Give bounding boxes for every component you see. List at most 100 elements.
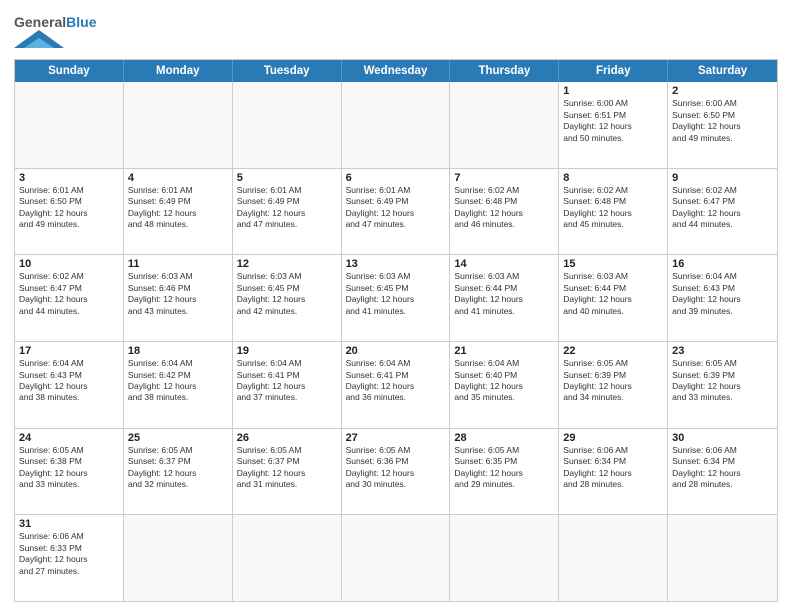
calendar-cell-4-3: 27Sunrise: 6:05 AM Sunset: 6:36 PM Dayli…: [342, 429, 451, 515]
calendar-row-2: 10Sunrise: 6:02 AM Sunset: 6:47 PM Dayli…: [15, 255, 777, 342]
header-thursday: Thursday: [450, 60, 559, 82]
cell-text: Sunrise: 6:05 AM Sunset: 6:39 PM Dayligh…: [563, 358, 663, 404]
calendar-row-4: 24Sunrise: 6:05 AM Sunset: 6:38 PM Dayli…: [15, 429, 777, 516]
cell-text: Sunrise: 6:06 AM Sunset: 6:34 PM Dayligh…: [672, 445, 773, 491]
header-tuesday: Tuesday: [233, 60, 342, 82]
day-number: 31: [19, 518, 119, 530]
logo-general: General: [14, 14, 66, 30]
calendar-cell-2-5: 15Sunrise: 6:03 AM Sunset: 6:44 PM Dayli…: [559, 255, 668, 341]
calendar-cell-1-1: 4Sunrise: 6:01 AM Sunset: 6:49 PM Daylig…: [124, 169, 233, 255]
day-number: 10: [19, 258, 119, 270]
cell-text: Sunrise: 6:04 AM Sunset: 6:43 PM Dayligh…: [19, 358, 119, 404]
calendar-cell-2-1: 11Sunrise: 6:03 AM Sunset: 6:46 PM Dayli…: [124, 255, 233, 341]
day-number: 19: [237, 345, 337, 357]
cell-text: Sunrise: 6:01 AM Sunset: 6:50 PM Dayligh…: [19, 185, 119, 231]
header-wednesday: Wednesday: [342, 60, 451, 82]
day-number: 13: [346, 258, 446, 270]
page: GeneralBlue SundayMondayTuesdayWednesday…: [0, 0, 792, 612]
calendar-row-0: 1Sunrise: 6:00 AM Sunset: 6:51 PM Daylig…: [15, 82, 777, 169]
day-number: 28: [454, 432, 554, 444]
cell-text: Sunrise: 6:01 AM Sunset: 6:49 PM Dayligh…: [237, 185, 337, 231]
cell-text: Sunrise: 6:05 AM Sunset: 6:37 PM Dayligh…: [128, 445, 228, 491]
day-number: 23: [672, 345, 773, 357]
calendar: SundayMondayTuesdayWednesdayThursdayFrid…: [14, 59, 778, 602]
day-number: 27: [346, 432, 446, 444]
calendar-cell-1-6: 9Sunrise: 6:02 AM Sunset: 6:47 PM Daylig…: [668, 169, 777, 255]
header-monday: Monday: [124, 60, 233, 82]
calendar-cell-1-4: 7Sunrise: 6:02 AM Sunset: 6:48 PM Daylig…: [450, 169, 559, 255]
calendar-cell-3-1: 18Sunrise: 6:04 AM Sunset: 6:42 PM Dayli…: [124, 342, 233, 428]
cell-text: Sunrise: 6:06 AM Sunset: 6:33 PM Dayligh…: [19, 531, 119, 577]
calendar-cell-4-5: 29Sunrise: 6:06 AM Sunset: 6:34 PM Dayli…: [559, 429, 668, 515]
calendar-cell-4-4: 28Sunrise: 6:05 AM Sunset: 6:35 PM Dayli…: [450, 429, 559, 515]
calendar-cell-4-1: 25Sunrise: 6:05 AM Sunset: 6:37 PM Dayli…: [124, 429, 233, 515]
day-number: 22: [563, 345, 663, 357]
calendar-cell-5-1: [124, 515, 233, 601]
cell-text: Sunrise: 6:03 AM Sunset: 6:44 PM Dayligh…: [454, 271, 554, 317]
cell-text: Sunrise: 6:04 AM Sunset: 6:43 PM Dayligh…: [672, 271, 773, 317]
cell-text: Sunrise: 6:01 AM Sunset: 6:49 PM Dayligh…: [346, 185, 446, 231]
cell-text: Sunrise: 6:02 AM Sunset: 6:47 PM Dayligh…: [19, 271, 119, 317]
day-number: 1: [563, 85, 663, 97]
cell-text: Sunrise: 6:03 AM Sunset: 6:45 PM Dayligh…: [346, 271, 446, 317]
calendar-body: 1Sunrise: 6:00 AM Sunset: 6:51 PM Daylig…: [15, 82, 777, 601]
cell-text: Sunrise: 6:02 AM Sunset: 6:47 PM Dayligh…: [672, 185, 773, 231]
day-number: 11: [128, 258, 228, 270]
calendar-cell-0-1: [124, 82, 233, 168]
day-number: 3: [19, 172, 119, 184]
calendar-cell-1-5: 8Sunrise: 6:02 AM Sunset: 6:48 PM Daylig…: [559, 169, 668, 255]
calendar-cell-3-4: 21Sunrise: 6:04 AM Sunset: 6:40 PM Dayli…: [450, 342, 559, 428]
cell-text: Sunrise: 6:04 AM Sunset: 6:41 PM Dayligh…: [346, 358, 446, 404]
calendar-row-3: 17Sunrise: 6:04 AM Sunset: 6:43 PM Dayli…: [15, 342, 777, 429]
day-number: 12: [237, 258, 337, 270]
day-number: 17: [19, 345, 119, 357]
calendar-row-5: 31Sunrise: 6:06 AM Sunset: 6:33 PM Dayli…: [15, 515, 777, 601]
header: GeneralBlue: [14, 10, 778, 53]
day-number: 7: [454, 172, 554, 184]
cell-text: Sunrise: 6:05 AM Sunset: 6:35 PM Dayligh…: [454, 445, 554, 491]
day-number: 5: [237, 172, 337, 184]
logo-blue: Blue: [66, 14, 96, 30]
cell-text: Sunrise: 6:05 AM Sunset: 6:38 PM Dayligh…: [19, 445, 119, 491]
logo-icon: [14, 30, 64, 48]
cell-text: Sunrise: 6:03 AM Sunset: 6:44 PM Dayligh…: [563, 271, 663, 317]
logo: GeneralBlue: [14, 14, 96, 53]
calendar-cell-2-4: 14Sunrise: 6:03 AM Sunset: 6:44 PM Dayli…: [450, 255, 559, 341]
day-number: 30: [672, 432, 773, 444]
calendar-cell-5-0: 31Sunrise: 6:06 AM Sunset: 6:33 PM Dayli…: [15, 515, 124, 601]
calendar-cell-4-2: 26Sunrise: 6:05 AM Sunset: 6:37 PM Dayli…: [233, 429, 342, 515]
cell-text: Sunrise: 6:05 AM Sunset: 6:39 PM Dayligh…: [672, 358, 773, 404]
day-number: 15: [563, 258, 663, 270]
calendar-cell-3-5: 22Sunrise: 6:05 AM Sunset: 6:39 PM Dayli…: [559, 342, 668, 428]
day-number: 25: [128, 432, 228, 444]
calendar-cell-0-5: 1Sunrise: 6:00 AM Sunset: 6:51 PM Daylig…: [559, 82, 668, 168]
calendar-row-1: 3Sunrise: 6:01 AM Sunset: 6:50 PM Daylig…: [15, 169, 777, 256]
cell-text: Sunrise: 6:04 AM Sunset: 6:41 PM Dayligh…: [237, 358, 337, 404]
day-number: 20: [346, 345, 446, 357]
cell-text: Sunrise: 6:04 AM Sunset: 6:42 PM Dayligh…: [128, 358, 228, 404]
header-saturday: Saturday: [668, 60, 777, 82]
calendar-cell-2-2: 12Sunrise: 6:03 AM Sunset: 6:45 PM Dayli…: [233, 255, 342, 341]
calendar-cell-1-3: 6Sunrise: 6:01 AM Sunset: 6:49 PM Daylig…: [342, 169, 451, 255]
calendar-cell-4-0: 24Sunrise: 6:05 AM Sunset: 6:38 PM Dayli…: [15, 429, 124, 515]
day-number: 16: [672, 258, 773, 270]
calendar-cell-0-2: [233, 82, 342, 168]
calendar-cell-2-3: 13Sunrise: 6:03 AM Sunset: 6:45 PM Dayli…: [342, 255, 451, 341]
calendar-cell-3-0: 17Sunrise: 6:04 AM Sunset: 6:43 PM Dayli…: [15, 342, 124, 428]
day-number: 26: [237, 432, 337, 444]
day-number: 14: [454, 258, 554, 270]
calendar-cell-5-6: [668, 515, 777, 601]
calendar-cell-2-0: 10Sunrise: 6:02 AM Sunset: 6:47 PM Dayli…: [15, 255, 124, 341]
calendar-cell-1-2: 5Sunrise: 6:01 AM Sunset: 6:49 PM Daylig…: [233, 169, 342, 255]
header-sunday: Sunday: [15, 60, 124, 82]
day-number: 29: [563, 432, 663, 444]
calendar-cell-3-2: 19Sunrise: 6:04 AM Sunset: 6:41 PM Dayli…: [233, 342, 342, 428]
cell-text: Sunrise: 6:00 AM Sunset: 6:51 PM Dayligh…: [563, 98, 663, 144]
cell-text: Sunrise: 6:03 AM Sunset: 6:46 PM Dayligh…: [128, 271, 228, 317]
calendar-cell-5-5: [559, 515, 668, 601]
header-friday: Friday: [559, 60, 668, 82]
calendar-cell-0-3: [342, 82, 451, 168]
calendar-cell-3-3: 20Sunrise: 6:04 AM Sunset: 6:41 PM Dayli…: [342, 342, 451, 428]
day-number: 8: [563, 172, 663, 184]
day-number: 4: [128, 172, 228, 184]
